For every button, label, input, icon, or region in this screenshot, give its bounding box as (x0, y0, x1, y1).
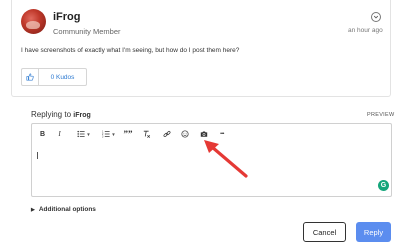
preview-link[interactable]: PREVIEW (367, 112, 394, 118)
additional-options-toggle[interactable]: ▶ Additional options (31, 206, 96, 213)
kudos-button[interactable]: 0 Kudos (21, 68, 87, 86)
italic-icon[interactable]: I (55, 128, 64, 140)
svg-text:3: 3 (102, 136, 104, 138)
bulleted-list-icon[interactable]: ▼ (74, 128, 94, 140)
reply-editor[interactable]: B I ▼ 123 ▼ ”” ••• G (31, 123, 392, 197)
bold-icon[interactable]: B (38, 128, 47, 140)
camera-icon[interactable] (199, 128, 209, 140)
kudos-count: 0 Kudos (50, 73, 75, 81)
reply-target: iFrog (73, 112, 91, 119)
numbered-list-icon[interactable]: 123 ▼ (99, 128, 119, 140)
thumbs-up-icon[interactable] (22, 69, 39, 85)
chevron-down-icon[interactable] (371, 12, 381, 22)
link-icon[interactable] (162, 128, 172, 140)
additional-options-label: Additional options (38, 206, 96, 213)
reply-prefix: Replying to (31, 110, 72, 119)
quote-icon[interactable]: ”” (123, 128, 133, 140)
emoji-icon[interactable] (180, 128, 190, 140)
avatar[interactable] (21, 9, 46, 34)
author-name[interactable]: iFrog (53, 11, 81, 23)
reply-heading: Replying to iFrog (31, 110, 91, 119)
text-cursor (37, 152, 38, 159)
post-body: I have screenshots of exactly what I'm s… (21, 47, 240, 54)
post-timestamp: an hour ago (348, 27, 383, 34)
reply-text-area[interactable] (37, 152, 367, 188)
caret-right-icon: ▶ (31, 207, 35, 213)
post-card: iFrog Community Member an hour ago I hav… (11, 0, 391, 97)
reply-button[interactable]: Reply (356, 222, 391, 242)
cancel-button[interactable]: Cancel (303, 222, 346, 242)
more-icon[interactable]: ••• (217, 128, 227, 140)
chevron-down-icon: ▼ (111, 131, 116, 137)
grammarly-icon[interactable]: G (378, 180, 389, 191)
clear-format-icon[interactable] (142, 128, 152, 140)
author-role: Community Member (53, 27, 121, 36)
chevron-down-icon: ▼ (86, 131, 91, 137)
editor-toolbar: B I ▼ 123 ▼ ”” ••• (32, 124, 391, 144)
